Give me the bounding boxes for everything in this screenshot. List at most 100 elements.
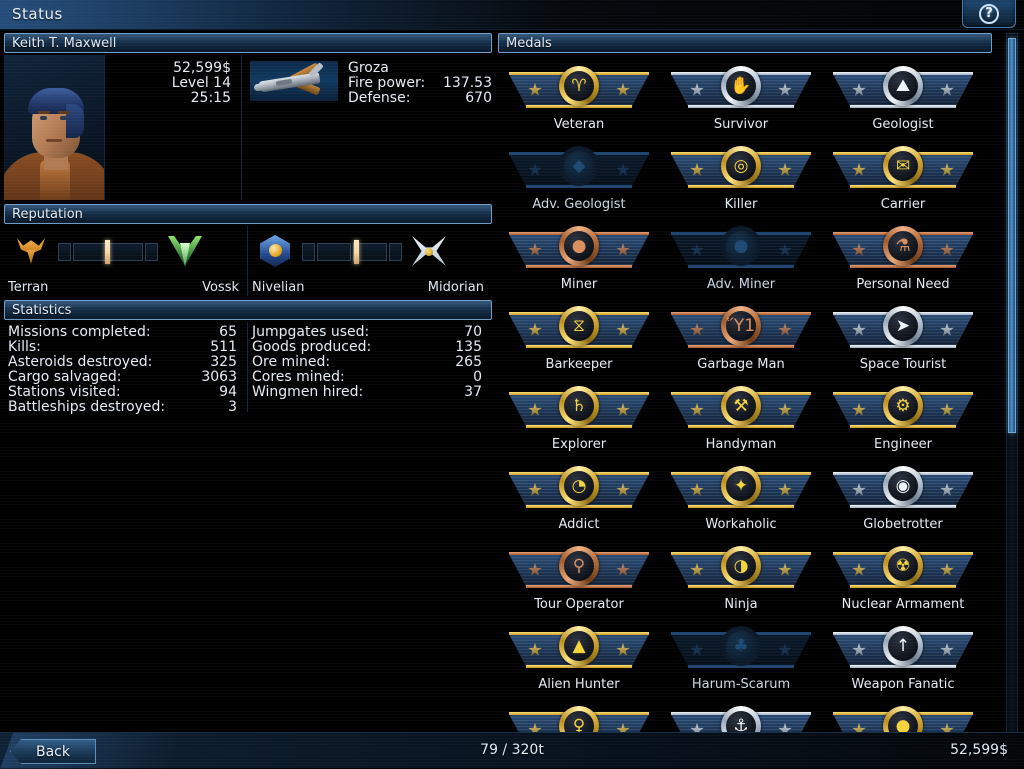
medal-item[interactable]: Ὕ1 Garbage Man: [660, 298, 822, 378]
medal-art: ✦: [668, 462, 814, 514]
medal-emblem-ring: ◉: [883, 466, 923, 506]
medal-item[interactable]: ▲ Alien Hunter: [498, 618, 660, 698]
help-button[interactable]: ?: [962, 0, 1016, 28]
medal-label: Engineer: [874, 437, 932, 452]
statistic-value: 37: [464, 384, 482, 400]
medal-item[interactable]: ⛰ Geologist: [822, 58, 984, 138]
medal-item[interactable]: ➤ Space Tourist: [822, 298, 984, 378]
spiral-icon: ◉: [888, 471, 918, 501]
medals-panel-header: Medals: [498, 33, 992, 53]
medal-emblem-ring: ✋: [721, 66, 761, 106]
medals-row: ▲ Alien Hunter ♣ Harum-Scarum ↑ Weapon Fanati…: [498, 618, 998, 698]
medal-art: ✋: [668, 62, 814, 114]
faction-name-terran: Terran: [8, 280, 49, 295]
target-icon: ◎: [726, 151, 756, 181]
ship-firepower-row: Fire power: 137.53: [348, 76, 492, 91]
phoenix-icon: ♈: [564, 71, 594, 101]
medal-emblem-ring: ◆: [559, 146, 599, 186]
medal-item[interactable]: ⚙ Engineer: [822, 378, 984, 458]
faction-name-nivelian: Nivelian: [252, 280, 305, 295]
missile-icon: ↑: [888, 631, 918, 661]
medal-item[interactable]: ◑ Ninja: [660, 538, 822, 618]
level-value: Level 14: [171, 75, 231, 91]
medal-label: Alien Hunter: [538, 677, 620, 692]
terran-phoenix-icon: [10, 230, 52, 274]
medal-label: Nuclear Armament: [841, 597, 965, 612]
medal-art: ♄: [506, 382, 652, 434]
medal-item[interactable]: ◔ Addict: [498, 458, 660, 538]
medal-item[interactable]: ◉ Globetrotter: [822, 458, 984, 538]
medal-label: Workaholic: [705, 517, 777, 532]
medal-item[interactable]: ⚗ Personal Need: [822, 218, 984, 298]
ship-info: Groza Fire power: 137.53 Defense: 670: [338, 61, 492, 200]
ship-defense-row: Defense: 670: [348, 91, 492, 106]
medals-row: ♄ Explorer ⚒ Handyman ⚙ Engineer: [498, 378, 998, 458]
statistic-value: 511: [210, 339, 237, 355]
statistics-panel: Statistics Missions completed: 65 Kills: 51…: [4, 300, 492, 415]
rock-icon: ⛰: [888, 71, 918, 101]
medal-item[interactable]: ◎ Killer: [660, 138, 822, 218]
medal-art: ◑: [668, 542, 814, 594]
medal-label: Harum-Scarum: [691, 677, 791, 692]
medal-art: ♀: [506, 702, 652, 734]
medal-label: Tour Operator: [534, 597, 624, 612]
medal-label: Ninja: [724, 597, 758, 612]
medal-item[interactable]: ↑ Weapon Fanatic: [822, 618, 984, 698]
statistic-label: Battleships destroyed:: [8, 399, 166, 415]
reputation-slider-terran-vossk[interactable]: [58, 240, 158, 264]
medal-item[interactable]: ♈ Veteran: [498, 58, 660, 138]
medal-label: Adv. Miner: [706, 277, 776, 292]
medal-art: ⚒: [668, 382, 814, 434]
title-bar: Status: [0, 0, 1024, 30]
key-icon: ♀: [564, 711, 594, 734]
reputation-panel-header: Reputation: [4, 204, 492, 224]
medal-item[interactable]: ● Miner: [498, 218, 660, 298]
statistic-label: Ore mined:: [252, 354, 331, 370]
medal-item[interactable]: ☢ Nuclear Armament: [822, 538, 984, 618]
reputation-names-nivelian-midorian: Nivelian Midorian: [252, 280, 484, 295]
medal-emblem-ring: ●: [559, 226, 599, 266]
medal-item[interactable]: ✉ Carrier: [822, 138, 984, 218]
reputation-slider-nivelian-midorian[interactable]: [302, 240, 402, 264]
trash-can-icon: Ὕ1: [726, 311, 756, 341]
medal-item[interactable]: ✋ Survivor: [660, 58, 822, 138]
burst-icon: ✦: [726, 471, 756, 501]
medal-item[interactable]: ⚲ Tour Operator: [498, 538, 660, 618]
statistic-label: Goods produced:: [252, 339, 372, 355]
statistics-body: Missions completed: 65 Kills: 511 Asteroids …: [4, 322, 492, 415]
medal-item[interactable]: ♀: [498, 698, 660, 734]
medals-row: ⧖ Barkeeper Ὕ1 Garbage Man ➤ Space Tourist: [498, 298, 998, 378]
medal-item[interactable]: ✦ Workaholic: [660, 458, 822, 538]
statistic-row: Wingmen hired: 37: [252, 385, 482, 400]
ship-defense-value: 670: [465, 90, 492, 106]
medal-label: Space Tourist: [859, 357, 947, 372]
medal-art: ⧖: [506, 302, 652, 354]
statistic-value: 94: [219, 384, 237, 400]
ore-icon: ●: [726, 231, 756, 261]
portrait-brow-left: [38, 111, 50, 114]
medal-emblem-ring: ♈: [559, 66, 599, 106]
cocktail-glass-icon: ⧖: [564, 311, 594, 341]
medal-item[interactable]: ⧖ Barkeeper: [498, 298, 660, 378]
medal-item[interactable]: ⚒ Handyman: [660, 378, 822, 458]
medal-item[interactable]: ♄ Explorer: [498, 378, 660, 458]
medals-row: ● Miner ● Adv. Miner ⚗ Personal Need: [498, 218, 998, 298]
statistic-label: Cores mined:: [252, 369, 345, 385]
statistic-value: 3: [228, 399, 237, 415]
ninja-mask-icon: ◑: [726, 551, 756, 581]
medal-item[interactable]: ♣ Harum-Scarum: [660, 618, 822, 698]
medal-label: Veteran: [553, 117, 605, 132]
medal-emblem-ring: ◎: [721, 146, 761, 186]
medal-item[interactable]: ● Adv. Miner: [660, 218, 822, 298]
medal-item[interactable]: ◆ Adv. Geologist: [498, 138, 660, 218]
playtime-value: 25:15: [190, 90, 231, 106]
medals-scrollbar[interactable]: [1006, 33, 1018, 733]
medals-scrollbar-thumb[interactable]: [1008, 38, 1016, 433]
reputation-segment: [72, 243, 107, 261]
statistic-row: Kills: 511: [8, 340, 237, 355]
medal-art: ▲: [506, 622, 652, 674]
statistics-column-left: Missions completed: 65 Kills: 511 Asteroids …: [4, 322, 248, 415]
medal-item[interactable]: ●: [822, 698, 984, 734]
medal-item[interactable]: ⚓: [660, 698, 822, 734]
medal-emblem-ring: ⚓: [721, 706, 761, 734]
